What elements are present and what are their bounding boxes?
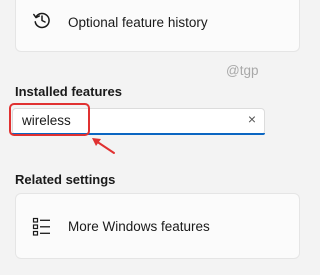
related-settings-title: Related settings [15,172,116,187]
annotation-highlight-box [9,103,90,136]
clear-icon[interactable]: × [248,111,256,127]
history-icon [33,12,50,29]
optional-feature-history-card[interactable]: Optional feature history [15,0,300,52]
more-windows-features-card[interactable]: More Windows features [15,193,300,259]
installed-features-title: Installed features [15,84,122,99]
optional-feature-history-label: Optional feature history [68,15,208,30]
watermark: @tgp [226,63,259,78]
list-icon [32,217,50,236]
annotation-arrow-icon [92,138,115,154]
more-windows-features-label: More Windows features [68,219,210,234]
